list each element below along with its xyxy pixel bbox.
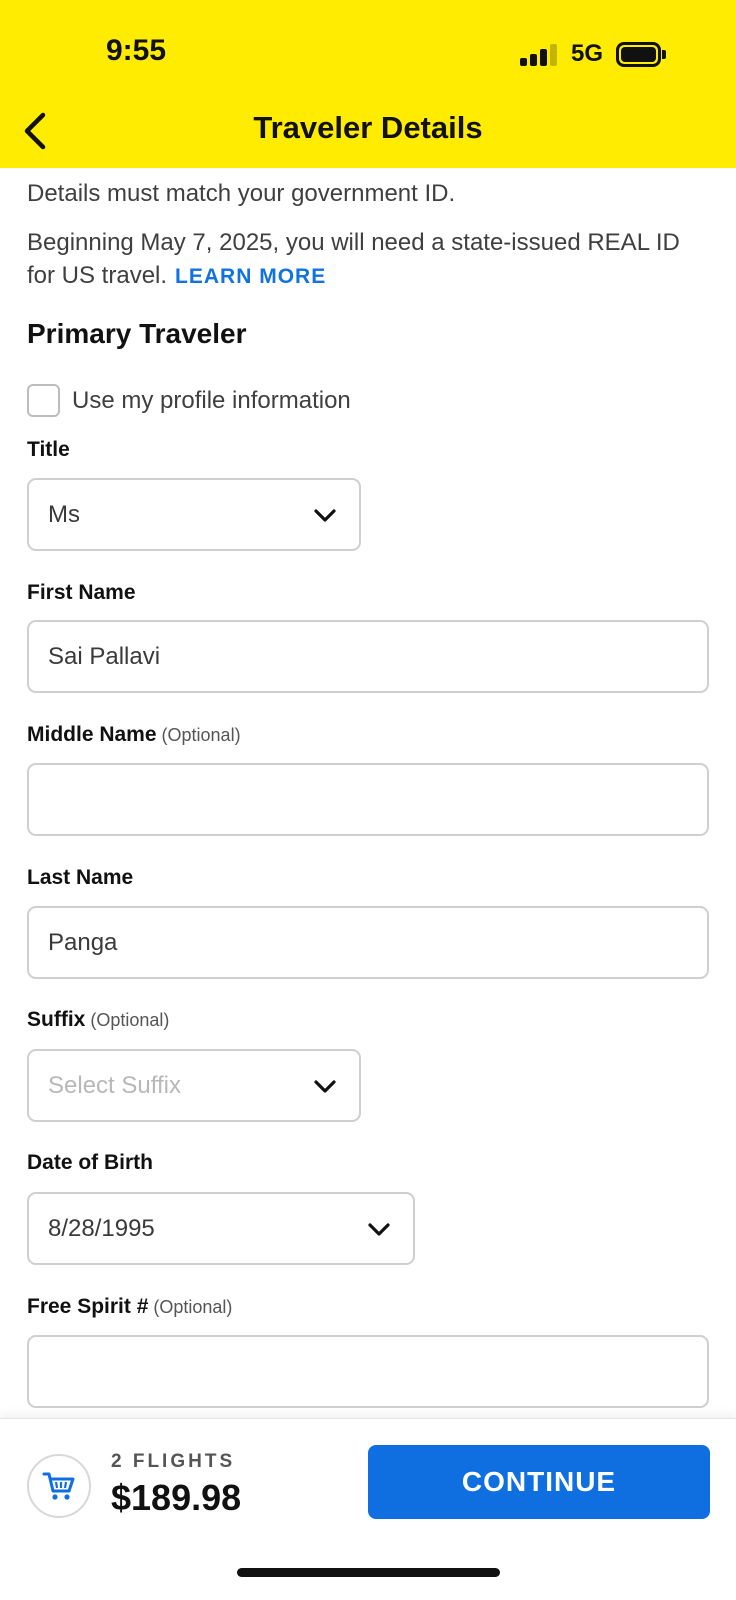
- learn-more-link[interactable]: LEARN MORE: [175, 265, 326, 288]
- continue-button[interactable]: CONTINUE: [368, 1445, 710, 1519]
- free-spirit-label: Free Spirit # (Optional): [27, 1295, 232, 1319]
- optional-tag: (Optional): [153, 1297, 233, 1317]
- first-name-value: Sai Pallavi: [48, 642, 161, 670]
- chevron-down-icon: [314, 1080, 336, 1093]
- suffix-label: Suffix (Optional): [27, 1008, 169, 1032]
- battery-icon: [616, 42, 666, 67]
- last-name-field[interactable]: Panga: [27, 906, 709, 979]
- flights-count: 2 FLIGHTS: [111, 1451, 236, 1472]
- total-price: $189.98: [111, 1477, 242, 1518]
- title-label: Title: [27, 438, 70, 461]
- chevron-down-icon: [314, 509, 336, 522]
- optional-tag: (Optional): [161, 725, 241, 745]
- profile-checkbox-label: Use my profile information: [72, 386, 351, 414]
- home-indicator: [237, 1568, 500, 1577]
- real-id-text: Beginning May 7, 2025, you will need a s…: [27, 229, 680, 289]
- first-name-field[interactable]: Sai Pallavi: [27, 620, 709, 693]
- profile-checkbox[interactable]: [27, 384, 60, 417]
- free-spirit-field[interactable]: [27, 1335, 709, 1408]
- first-name-label: First Name: [27, 581, 136, 604]
- section-title: Primary Traveler: [27, 318, 247, 349]
- dob-value: 8/28/1995: [48, 1214, 155, 1242]
- dob-select[interactable]: 8/28/1995: [27, 1192, 415, 1265]
- suffix-select[interactable]: Select Suffix: [27, 1049, 361, 1122]
- profile-checkbox-row[interactable]: Use my profile information: [27, 384, 351, 417]
- cart-button[interactable]: [27, 1454, 91, 1518]
- middle-name-label: Middle Name (Optional): [27, 723, 241, 747]
- last-name-value: Panga: [48, 928, 118, 956]
- middle-name-field[interactable]: [27, 763, 709, 836]
- middle-name-label-text: Middle Name: [27, 723, 157, 746]
- suffix-placeholder: Select Suffix: [48, 1071, 181, 1099]
- page-title: Traveler Details: [253, 110, 483, 145]
- real-id-notice: Beginning May 7, 2025, you will need a s…: [27, 226, 711, 293]
- title-select[interactable]: Ms: [27, 478, 361, 551]
- free-spirit-label-text: Free Spirit #: [27, 1295, 149, 1318]
- id-notice: Details must match your government ID.: [27, 180, 456, 207]
- dob-label: Date of Birth: [27, 1151, 153, 1174]
- signal-icon: [520, 44, 560, 66]
- header-bar: 9:55 5G Traveler Details: [0, 0, 736, 168]
- suffix-label-text: Suffix: [27, 1008, 86, 1031]
- optional-tag: (Optional): [90, 1010, 170, 1030]
- status-time: 9:55: [106, 34, 167, 67]
- last-name-label: Last Name: [27, 866, 134, 889]
- title-value: Ms: [48, 500, 80, 528]
- chevron-down-icon: [368, 1223, 390, 1236]
- network-label: 5G: [571, 40, 604, 67]
- cart-icon: [42, 1472, 75, 1500]
